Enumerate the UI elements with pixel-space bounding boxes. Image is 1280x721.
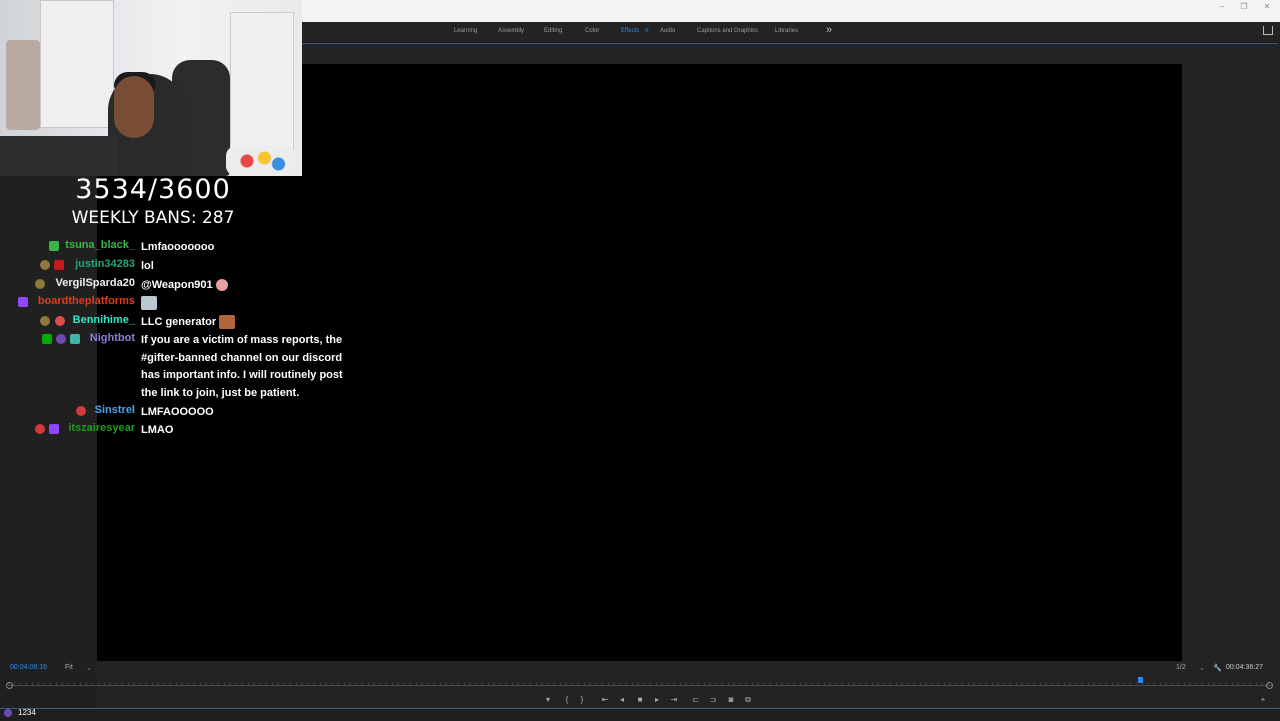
- chat-text: lol: [141, 260, 154, 272]
- playhead[interactable]: [1138, 677, 1143, 683]
- add-marker-button[interactable]: ▾: [543, 695, 553, 704]
- resolution-dropdown-caret-icon[interactable]: ⌄: [1199, 664, 1205, 672]
- export-frame-button[interactable]: ◙: [726, 695, 736, 704]
- workspace-tab-effects[interactable]: Effects: [621, 28, 639, 34]
- program-monitor-focus-border: [302, 43, 1278, 44]
- workspace-tab-color[interactable]: Color: [585, 28, 599, 34]
- wrench-icon[interactable]: 🔧: [1213, 664, 1222, 672]
- chat-username: VergilSparda20: [55, 277, 136, 289]
- badge-icon: [76, 406, 86, 416]
- chat-text: Lmfaooooooo: [141, 241, 215, 253]
- time-ruler-line: [8, 685, 1272, 686]
- fit-dropdown-caret-icon[interactable]: ⌄: [86, 664, 92, 672]
- emote-icon: [219, 315, 236, 330]
- stop-button[interactable]: ■: [635, 695, 645, 704]
- badge-icon: [55, 316, 65, 326]
- badge-icon: [42, 334, 52, 344]
- chat-username: justin34283: [75, 258, 135, 270]
- workspace-tab-assembly[interactable]: Assembly: [498, 28, 524, 34]
- badge-icon: [49, 241, 59, 251]
- share-icon[interactable]: [1263, 26, 1273, 35]
- mark-in-button[interactable]: {: [562, 695, 572, 704]
- close-button[interactable]: ✕: [1261, 2, 1273, 11]
- chat-text: LLC generator: [141, 316, 217, 328]
- workspace-tab-audio[interactable]: Audio: [660, 28, 675, 34]
- badge-icon: [40, 316, 50, 326]
- emote-icon: [215, 279, 228, 292]
- workspace-tab-captions-and-graphics[interactable]: Captions and Graphics: [697, 28, 758, 34]
- timecode-current[interactable]: 00:04:08:16: [10, 664, 47, 671]
- workspace-tab-learning[interactable]: Learning: [454, 28, 477, 34]
- badge-icon: [49, 424, 59, 434]
- badge-icon: [70, 334, 80, 344]
- chat-username: Bennihime_: [72, 314, 135, 326]
- comparison-view-button[interactable]: ⧉: [743, 695, 753, 705]
- insert-button[interactable]: ⊏: [691, 695, 701, 704]
- go-to-in-button[interactable]: ⇤: [600, 695, 610, 704]
- step-forward-button[interactable]: ▸: [652, 695, 662, 704]
- chat-username: tsuna_black_: [65, 239, 135, 251]
- badge-icon: [40, 260, 50, 270]
- zoom-handle-right[interactable]: [1266, 682, 1273, 689]
- badge-icon: [35, 279, 45, 289]
- go-to-out-button[interactable]: ⇥: [669, 695, 679, 704]
- timecode-duration: 00:04:36:27: [1226, 664, 1263, 671]
- overwrite-button[interactable]: ⊐: [708, 695, 718, 704]
- viewer-icon: [4, 709, 12, 717]
- chat-username: itszairesyear: [68, 422, 135, 434]
- emote-icon: [141, 296, 157, 311]
- chat-text: LMAO: [141, 424, 174, 436]
- chat-text: If you are a victim of mass reports, the…: [141, 334, 343, 399]
- fit-dropdown[interactable]: Fit: [65, 664, 73, 671]
- resolution-dropdown[interactable]: 1/2: [1176, 664, 1186, 671]
- chat-username: boardtheplatforms: [37, 295, 135, 307]
- viewer-count: 1234: [18, 708, 36, 717]
- webcam-feed: [0, 0, 302, 176]
- zoom-handle-left[interactable]: [6, 682, 13, 689]
- weekly-bans: WEEKLY BANS: 287: [71, 208, 235, 228]
- chat-username: Sinstrel: [94, 404, 135, 416]
- badge-icon: [18, 297, 28, 307]
- workspace-menu-icon[interactable]: ≡: [645, 28, 649, 34]
- minimize-button[interactable]: –: [1216, 2, 1228, 11]
- chat-text: LMFAOOOOO: [141, 406, 214, 418]
- workspace-tab-libraries[interactable]: Libraries: [775, 28, 798, 34]
- workspace-overflow-icon[interactable]: »: [826, 24, 832, 36]
- restore-button[interactable]: ❐: [1238, 2, 1250, 11]
- ban-counter: 3534/3600: [75, 174, 231, 205]
- bottom-bar: 1234: [0, 708, 1280, 721]
- button-editor-add-icon[interactable]: +: [1258, 695, 1268, 704]
- chat-text: @Weapon901: [141, 279, 213, 291]
- mark-out-button[interactable]: }: [577, 695, 587, 704]
- badge-icon: [35, 424, 45, 434]
- chat-username: Nightbot: [89, 332, 135, 344]
- badge-icon: [54, 260, 64, 270]
- badge-icon: [56, 334, 66, 344]
- workspace-tab-editing[interactable]: Editing: [544, 28, 562, 34]
- step-back-button[interactable]: ◂: [617, 695, 627, 704]
